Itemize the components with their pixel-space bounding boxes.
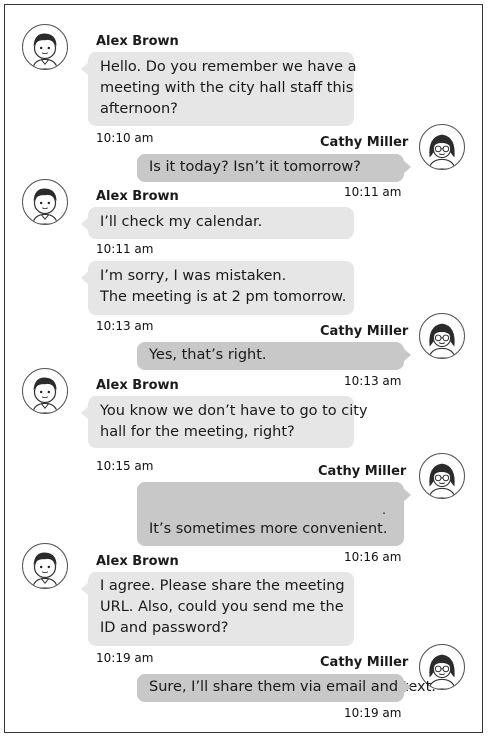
sender-name: Alex Brown [96, 554, 179, 569]
message-time: 10:13 am [344, 374, 402, 388]
message-bubble: . It’s sometimes more convenient. [137, 482, 411, 546]
message-bubble: You know we don’t have to go to city hal… [81, 396, 368, 448]
message-line: ID and password? [100, 620, 229, 636]
male-avatar-icon [22, 24, 68, 70]
message-time: 10:16 am [344, 550, 402, 564]
message-bubble: I’m sorry, I was mistaken. The meeting i… [81, 261, 354, 315]
message-time: 10:11 am [344, 185, 402, 199]
message-bubble: I’ll check my calendar. [81, 207, 354, 239]
sender-name: Cathy Miller [320, 655, 409, 670]
sender-name: Alex Brown [96, 34, 179, 49]
message-line: URL. Also, could you send me the [100, 599, 344, 615]
message-bubble: Sure, I’ll share them via email and text… [137, 674, 436, 702]
female-avatar-icon [419, 124, 465, 170]
message-line: I agree. Please share the meeting [100, 578, 345, 594]
sender-name: Cathy Miller [320, 135, 409, 150]
stray-mark: . [382, 503, 386, 517]
message-line: Is it today? Isn’t it tomorrow? [149, 159, 361, 175]
message-bubble: I agree. Please share the meeting URL. A… [81, 572, 354, 646]
message-time: 10:19 am [344, 706, 402, 720]
message-bubble: Hello. Do you remember we have a meeting… [81, 52, 357, 126]
message-line: The meeting is at 2 pm tomorrow. [100, 289, 347, 305]
message-bubble: Is it today? Isn’t it tomorrow? [137, 154, 411, 182]
message-line: afternoon? [100, 101, 178, 117]
message-time: 10:11 am [96, 242, 154, 256]
message-line: It’s sometimes more convenient. [149, 521, 388, 537]
message-time: 10:15 am [96, 459, 154, 473]
female-avatar-icon [419, 453, 465, 499]
message-bubble: Yes, that’s right. [137, 342, 411, 370]
message-line: Hello. Do you remember we have a [100, 59, 357, 75]
male-avatar-icon [22, 543, 68, 589]
message-time: 10:13 am [96, 319, 154, 333]
message-line: meeting with the city hall staff this [100, 80, 354, 96]
message-line: I’ll check my calendar. [100, 214, 263, 230]
sender-name: Cathy Miller [320, 324, 409, 339]
sender-name: Alex Brown [96, 189, 179, 204]
male-avatar-icon [22, 179, 68, 225]
message-line: hall for the meeting, right? [100, 424, 295, 440]
message-time: 10:10 am [96, 131, 154, 145]
message-time: 10:19 am [96, 651, 154, 665]
message-line: Yes, that’s right. [149, 347, 267, 363]
sender-name: Cathy Miller [318, 464, 407, 479]
message-line: I’m sorry, I was mistaken. [100, 268, 287, 284]
male-avatar-icon [22, 368, 68, 414]
message-line: Sure, I’ll share them via email and text… [149, 679, 436, 695]
sender-name: Alex Brown [96, 378, 179, 393]
message-line: You know we don’t have to go to city [100, 403, 368, 419]
female-avatar-icon [419, 313, 465, 359]
